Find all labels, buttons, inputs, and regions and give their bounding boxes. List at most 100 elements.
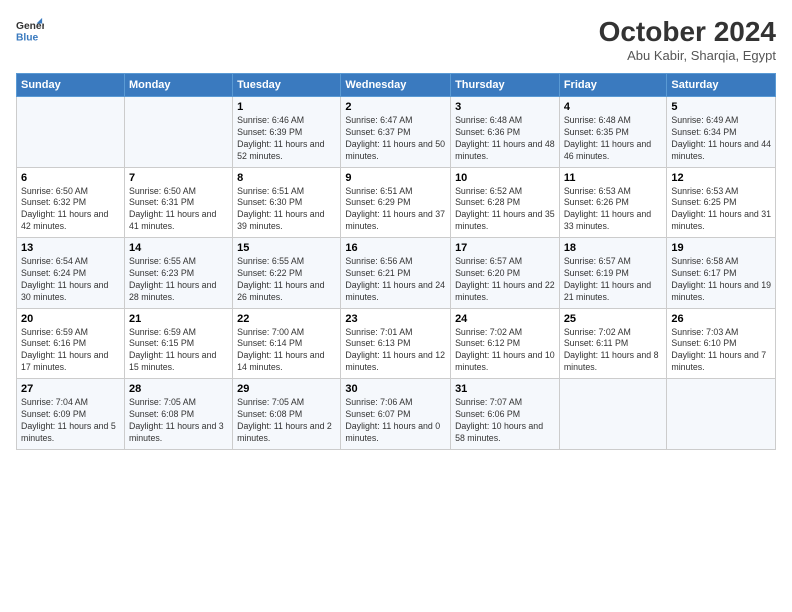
day-info: Sunrise: 6:48 AMSunset: 6:36 PMDaylight:… (455, 115, 555, 161)
day-number: 11 (564, 172, 663, 184)
calendar-cell: 4Sunrise: 6:48 AMSunset: 6:35 PMDaylight… (559, 97, 667, 168)
col-saturday: Saturday (667, 74, 776, 97)
calendar-cell: 17 Sunrise: 6:57 AMSunset: 6:20 PMDayligh… (451, 238, 560, 309)
day-info: Sunrise: 6:49 AMSunset: 6:34 PMDaylight:… (671, 115, 771, 161)
day-number: 8 (237, 172, 336, 184)
day-info: Sunrise: 6:58 AMSunset: 6:17 PMDaylight:… (671, 256, 771, 302)
calendar-body: 1 Sunrise: 6:46 AMSunset: 6:39 PMDaylight… (17, 97, 776, 450)
header-row: Sunday Monday Tuesday Wednesday Thursday… (17, 74, 776, 97)
calendar-cell: 25 Sunrise: 7:02 AMSunset: 6:11 PMDayligh… (559, 308, 667, 379)
day-info: Sunrise: 7:04 AMSunset: 6:09 PMDaylight:… (21, 397, 116, 443)
calendar-cell: 5 Sunrise: 6:49 AMSunset: 6:34 PMDaylight… (667, 97, 776, 168)
title-section: October 2024 Abu Kabir, Sharqia, Egypt (599, 16, 776, 63)
calendar-cell: 29Sunrise: 7:05 AMSunset: 6:08 PMDayligh… (233, 379, 341, 450)
day-info: Sunrise: 6:50 AMSunset: 6:31 PMDaylight:… (129, 186, 216, 232)
day-info: Sunrise: 7:00 AMSunset: 6:14 PMDaylight:… (237, 327, 324, 373)
day-info: Sunrise: 6:54 AMSunset: 6:24 PMDaylight:… (21, 256, 108, 302)
day-number: 12 (671, 172, 771, 184)
calendar-week-1: 1 Sunrise: 6:46 AMSunset: 6:39 PMDaylight… (17, 97, 776, 168)
calendar-cell: 27 Sunrise: 7:04 AMSunset: 6:09 PMDayligh… (17, 379, 125, 450)
day-info: Sunrise: 6:46 AMSunset: 6:39 PMDaylight:… (237, 115, 324, 161)
day-number: 10 (455, 172, 555, 184)
col-friday: Friday (559, 74, 667, 97)
calendar-cell: 11 Sunrise: 6:53 AMSunset: 6:26 PMDayligh… (559, 167, 667, 238)
calendar-page: General Blue October 2024 Abu Kabir, Sha… (0, 0, 792, 612)
day-number: 22 (237, 313, 336, 325)
day-number: 27 (21, 383, 120, 395)
calendar-cell: 30 Sunrise: 7:06 AMSunset: 6:07 PMDayligh… (341, 379, 451, 450)
header: General Blue October 2024 Abu Kabir, Sha… (16, 16, 776, 63)
calendar-cell: 6 Sunrise: 6:50 AMSunset: 6:32 PMDaylight… (17, 167, 125, 238)
day-info: Sunrise: 7:01 AMSunset: 6:13 PMDaylight:… (345, 327, 445, 373)
svg-text:Blue: Blue (16, 32, 39, 43)
logo-icon: General Blue (16, 16, 44, 44)
day-info: Sunrise: 6:56 AMSunset: 6:21 PMDaylight:… (345, 256, 445, 302)
day-number: 28 (129, 383, 228, 395)
logo: General Blue (16, 16, 44, 44)
day-info: Sunrise: 6:51 AMSunset: 6:30 PMDaylight:… (237, 186, 324, 232)
calendar-cell: 13 Sunrise: 6:54 AMSunset: 6:24 PMDayligh… (17, 238, 125, 309)
day-number: 16 (345, 242, 446, 254)
day-number: 26 (671, 313, 771, 325)
day-info: Sunrise: 7:05 AMSunset: 6:08 PMDaylight:… (129, 397, 224, 443)
day-info: Sunrise: 6:51 AMSunset: 6:29 PMDaylight:… (345, 186, 445, 232)
calendar-cell (559, 379, 667, 450)
calendar-cell: 1 Sunrise: 6:46 AMSunset: 6:39 PMDaylight… (233, 97, 341, 168)
day-info: Sunrise: 6:53 AMSunset: 6:25 PMDaylight:… (671, 186, 771, 232)
calendar-cell: 21Sunrise: 6:59 AMSunset: 6:15 PMDayligh… (124, 308, 232, 379)
day-info: Sunrise: 6:53 AMSunset: 6:26 PMDaylight:… (564, 186, 651, 232)
calendar-cell (124, 97, 232, 168)
day-number: 31 (455, 383, 555, 395)
calendar-week-3: 13 Sunrise: 6:54 AMSunset: 6:24 PMDayligh… (17, 238, 776, 309)
location: Abu Kabir, Sharqia, Egypt (599, 48, 776, 63)
day-info: Sunrise: 6:57 AMSunset: 6:20 PMDaylight:… (455, 256, 555, 302)
calendar-week-2: 6 Sunrise: 6:50 AMSunset: 6:32 PMDaylight… (17, 167, 776, 238)
calendar-cell: 7Sunrise: 6:50 AMSunset: 6:31 PMDaylight… (124, 167, 232, 238)
calendar-cell (17, 97, 125, 168)
day-info: Sunrise: 6:52 AMSunset: 6:28 PMDaylight:… (455, 186, 555, 232)
day-info: Sunrise: 6:50 AMSunset: 6:32 PMDaylight:… (21, 186, 108, 232)
day-info: Sunrise: 7:02 AMSunset: 6:11 PMDaylight:… (564, 327, 659, 373)
day-info: Sunrise: 7:03 AMSunset: 6:10 PMDaylight:… (671, 327, 766, 373)
day-number: 5 (671, 101, 771, 113)
day-info: Sunrise: 6:55 AMSunset: 6:22 PMDaylight:… (237, 256, 324, 302)
calendar-cell: 15 Sunrise: 6:55 AMSunset: 6:22 PMDayligh… (233, 238, 341, 309)
day-number: 15 (237, 242, 336, 254)
calendar-cell: 3Sunrise: 6:48 AMSunset: 6:36 PMDaylight… (451, 97, 560, 168)
col-sunday: Sunday (17, 74, 125, 97)
calendar-cell: 16 Sunrise: 6:56 AMSunset: 6:21 PMDayligh… (341, 238, 451, 309)
day-info: Sunrise: 7:06 AMSunset: 6:07 PMDaylight:… (345, 397, 440, 443)
day-info: Sunrise: 6:47 AMSunset: 6:37 PMDaylight:… (345, 115, 445, 161)
day-number: 25 (564, 313, 663, 325)
calendar-cell: 14Sunrise: 6:55 AMSunset: 6:23 PMDayligh… (124, 238, 232, 309)
col-thursday: Thursday (451, 74, 560, 97)
day-number: 30 (345, 383, 446, 395)
calendar-cell: 12 Sunrise: 6:53 AMSunset: 6:25 PMDayligh… (667, 167, 776, 238)
calendar-cell: 9Sunrise: 6:51 AMSunset: 6:29 PMDaylight… (341, 167, 451, 238)
calendar-cell: 19 Sunrise: 6:58 AMSunset: 6:17 PMDayligh… (667, 238, 776, 309)
col-wednesday: Wednesday (341, 74, 451, 97)
day-number: 13 (21, 242, 120, 254)
calendar-cell: 31 Sunrise: 7:07 AMSunset: 6:06 PMDayligh… (451, 379, 560, 450)
day-number: 19 (671, 242, 771, 254)
day-number: 1 (237, 101, 336, 113)
day-number: 18 (564, 242, 663, 254)
col-monday: Monday (124, 74, 232, 97)
calendar-cell: 8 Sunrise: 6:51 AMSunset: 6:30 PMDaylight… (233, 167, 341, 238)
day-number: 6 (21, 172, 120, 184)
calendar-cell: 28 Sunrise: 7:05 AMSunset: 6:08 PMDayligh… (124, 379, 232, 450)
day-number: 4 (564, 101, 663, 113)
calendar-cell (667, 379, 776, 450)
calendar-week-5: 27 Sunrise: 7:04 AMSunset: 6:09 PMDayligh… (17, 379, 776, 450)
calendar-cell: 23Sunrise: 7:01 AMSunset: 6:13 PMDayligh… (341, 308, 451, 379)
day-info: Sunrise: 7:02 AMSunset: 6:12 PMDaylight:… (455, 327, 555, 373)
month-title: October 2024 (599, 16, 776, 48)
calendar-table: Sunday Monday Tuesday Wednesday Thursday… (16, 73, 776, 450)
day-number: 17 (455, 242, 555, 254)
day-number: 20 (21, 313, 120, 325)
calendar-cell: 20Sunrise: 6:59 AMSunset: 6:16 PMDayligh… (17, 308, 125, 379)
day-number: 29 (237, 383, 336, 395)
calendar-cell: 22 Sunrise: 7:00 AMSunset: 6:14 PMDayligh… (233, 308, 341, 379)
day-info: Sunrise: 6:57 AMSunset: 6:19 PMDaylight:… (564, 256, 651, 302)
day-info: Sunrise: 7:07 AMSunset: 6:06 PMDaylight:… (455, 397, 543, 443)
